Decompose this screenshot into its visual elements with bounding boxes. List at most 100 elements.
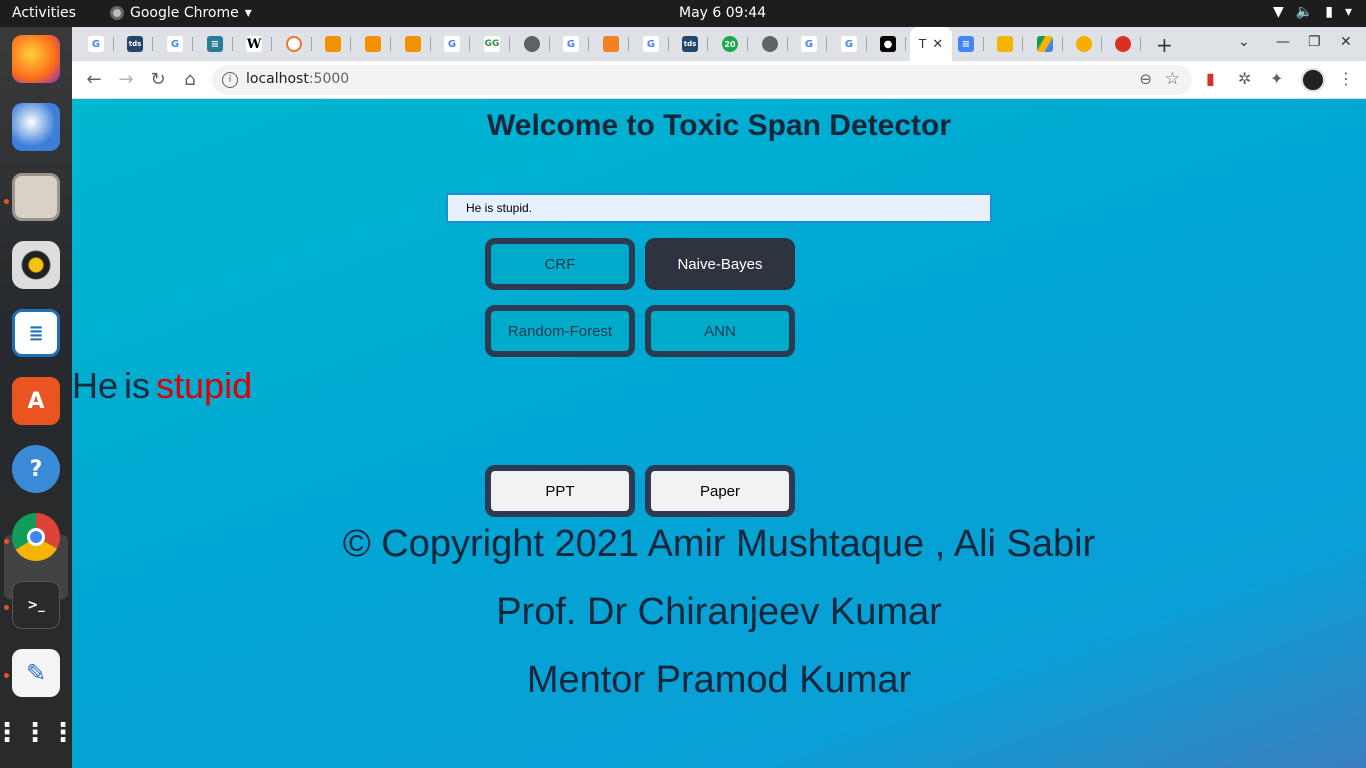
writer-icon[interactable]: ≣ xyxy=(12,309,60,357)
tab[interactable]: ≡ xyxy=(197,33,233,55)
result-token: He xyxy=(72,365,119,406)
tab[interactable]: G xyxy=(831,33,867,55)
files-icon[interactable] xyxy=(12,173,60,221)
tab[interactable] xyxy=(1027,33,1063,55)
text-editor-icon[interactable]: ✎ xyxy=(12,649,60,697)
zoom-icon[interactable]: ⊖ xyxy=(1139,70,1152,88)
tab[interactable]: G xyxy=(157,33,193,55)
firefox-icon[interactable] xyxy=(12,35,60,83)
info-icon[interactable]: i xyxy=(222,72,238,88)
geeksforgeeks-icon: GG xyxy=(484,36,500,52)
browser-toolbar: ← → ↻ ⌂ i localhost:5000 ⊖ ☆ ▮ ✲ ✦ ⋮ xyxy=(72,61,1366,99)
globe-icon xyxy=(524,36,540,52)
mentor-credit: Mentor Pramod Kumar xyxy=(526,659,912,701)
bug-icon[interactable]: ✲ xyxy=(1238,69,1251,88)
tab[interactable]: G xyxy=(434,33,470,55)
google-icon: G xyxy=(801,36,817,52)
software-center-icon[interactable]: A xyxy=(12,377,60,425)
reload-icon[interactable]: ↻ xyxy=(147,69,169,90)
crf-button[interactable]: CRF xyxy=(485,238,635,290)
globe-icon xyxy=(762,36,778,52)
tab[interactable] xyxy=(593,33,629,55)
activities-button[interactable]: Activities xyxy=(12,5,76,21)
professor-credit: Prof. Dr Chiranjeev Kumar xyxy=(496,591,942,633)
page-content: Welcome to Toxic Span Detector CRF Naive… xyxy=(72,99,1366,768)
tab[interactable]: tds xyxy=(117,33,153,55)
google-icon: G xyxy=(444,36,460,52)
chrome-icon xyxy=(110,6,124,20)
tab[interactable]: W xyxy=(236,33,272,55)
random-forest-button[interactable]: Random-Forest xyxy=(485,305,635,357)
tab-title: T xyxy=(918,37,927,51)
colab-red-icon xyxy=(1115,36,1131,52)
app-menu[interactable]: Google Chrome ▾ xyxy=(110,5,252,21)
text-input[interactable] xyxy=(446,193,992,223)
system-top-bar: Activities Google Chrome ▾ May 6 09:44 ▼… xyxy=(0,0,1366,27)
tab[interactable] xyxy=(395,33,431,55)
tab[interactable] xyxy=(514,33,550,55)
close-icon[interactable]: ✕ xyxy=(932,37,943,52)
google-icon: G xyxy=(563,36,579,52)
tab[interactable] xyxy=(1105,33,1141,55)
ann-button[interactable]: ANN xyxy=(645,305,795,357)
kebab-menu-icon[interactable]: ⋮ xyxy=(1338,69,1354,88)
address-bar[interactable]: i localhost:5000 ⊖ ☆ xyxy=(212,65,1192,95)
copyright-text: © Copyright 2021 Amir Mushtaque , Ali Sa… xyxy=(342,523,1096,565)
tab[interactable]: G xyxy=(78,33,114,55)
tab-active[interactable]: T ✕ xyxy=(910,27,952,61)
show-apps-icon[interactable]: ⋮⋮⋮ xyxy=(0,709,76,757)
tab[interactable]: G xyxy=(553,33,589,55)
rhythmbox-icon[interactable] xyxy=(12,241,60,289)
tab[interactable]: G xyxy=(633,33,669,55)
avatar[interactable] xyxy=(1301,68,1325,92)
docs-icon: ≡ xyxy=(958,36,974,52)
terminal-icon[interactable]: >_ xyxy=(12,581,60,629)
toxic-span-result: He is stupid xyxy=(72,365,252,407)
dock: ≣ A ? >_ ✎ ⋮⋮⋮ xyxy=(0,27,76,768)
close-window-icon[interactable]: ✕ xyxy=(1340,34,1352,50)
running-indicator xyxy=(4,539,9,544)
ppt-button[interactable]: PPT xyxy=(485,465,635,517)
extension-icon[interactable]: ▮ xyxy=(1206,69,1215,88)
tab[interactable]: G xyxy=(791,33,827,55)
battery-icon: ▮ xyxy=(1325,4,1333,20)
tab[interactable] xyxy=(987,33,1023,55)
tab[interactable] xyxy=(315,33,351,55)
clock[interactable]: May 6 09:44 xyxy=(679,5,766,21)
tab[interactable] xyxy=(752,33,788,55)
minimize-icon[interactable]: — xyxy=(1276,34,1290,50)
grid-icon: ≡ xyxy=(207,36,223,52)
star-icon[interactable]: ☆ xyxy=(1165,69,1180,89)
restore-icon[interactable]: ❐ xyxy=(1308,34,1321,50)
chevron-down-icon: ▾ xyxy=(244,5,252,21)
jupyter-icon xyxy=(286,36,302,52)
forward-icon[interactable]: → xyxy=(115,69,137,90)
tab[interactable]: GG xyxy=(474,33,510,55)
system-tray[interactable]: ▼ 🔈 ▮ ▾ xyxy=(1273,4,1352,20)
chrome-dock-icon[interactable] xyxy=(12,513,60,561)
url-text: localhost:5000 xyxy=(246,71,350,87)
colab-icon xyxy=(1076,36,1092,52)
tab[interactable] xyxy=(276,33,312,55)
thunderbird-icon[interactable] xyxy=(12,103,60,151)
tab[interactable] xyxy=(355,33,391,55)
book-icon xyxy=(365,36,381,52)
home-icon[interactable]: ⌂ xyxy=(179,69,201,90)
back-icon[interactable]: ← xyxy=(83,69,105,90)
running-indicator xyxy=(4,673,9,678)
tab[interactable]: 20 xyxy=(712,33,748,55)
browser-window: G tds G ≡ W G GG G G tds 20 G G ● T ✕ ≡ +… xyxy=(72,27,1366,768)
paper-button[interactable]: Paper xyxy=(645,465,795,517)
tab[interactable] xyxy=(1066,33,1102,55)
help-icon[interactable]: ? xyxy=(12,445,60,493)
page-title: Welcome to Toxic Span Detector xyxy=(487,109,951,142)
tds-icon: tds xyxy=(127,36,143,52)
naive-bayes-button[interactable]: Naive-Bayes xyxy=(645,238,795,290)
google-icon: G xyxy=(167,36,183,52)
tab[interactable]: ≡ xyxy=(948,33,984,55)
puzzle-icon[interactable]: ✦ xyxy=(1270,69,1283,88)
tab[interactable]: ● xyxy=(870,33,906,55)
new-tab-icon[interactable]: + xyxy=(1156,33,1173,57)
tab-search-icon[interactable]: ⌄ xyxy=(1238,34,1250,50)
tab[interactable]: tds xyxy=(672,33,708,55)
